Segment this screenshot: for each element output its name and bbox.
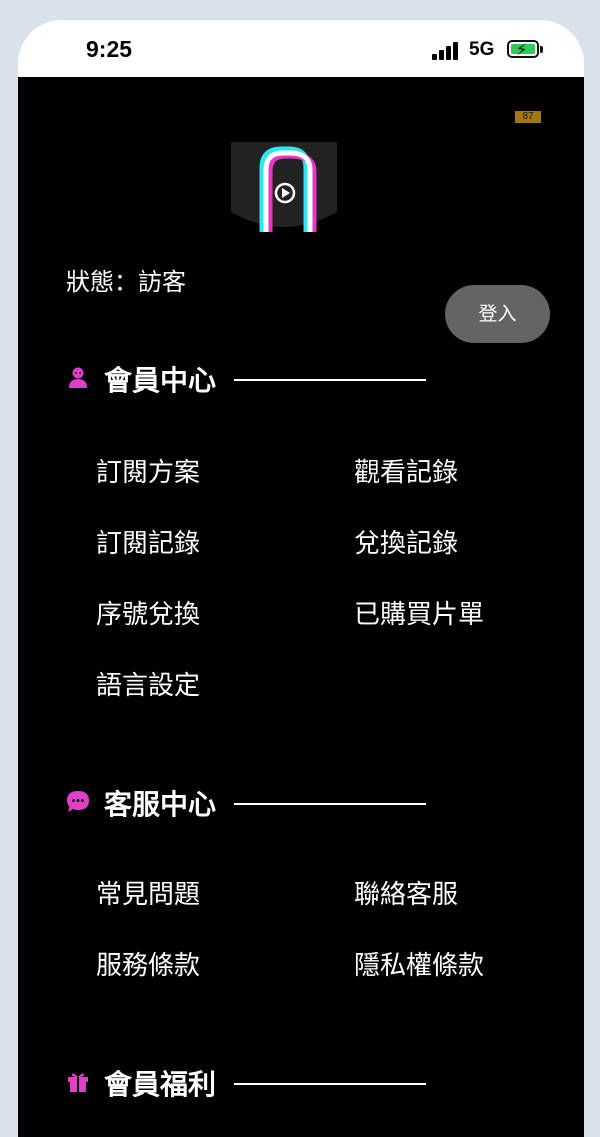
section-divider (234, 803, 426, 805)
chat-icon (67, 791, 89, 812)
menu-item-redeem-code[interactable]: 序號兌換 (96, 594, 200, 631)
menu-item-redeem-history[interactable]: 兌換記錄 (354, 523, 458, 560)
menu-item-subscription-plan[interactable]: 訂閱方案 (96, 452, 200, 489)
fps-badge: 87 (515, 111, 541, 123)
network-type: 5G (469, 39, 495, 60)
menu-screen: 87 狀態：訪客 登入 會員中心 訂閱方案 觀看記錄 訂閱記錄 兌換記錄 序號兌… (18, 77, 584, 1137)
section-divider (234, 379, 426, 381)
menu-item-subscription-history[interactable]: 訂閱記錄 (96, 523, 200, 560)
app-logo (231, 142, 337, 232)
menu-item-contact-support[interactable]: 聯絡客服 (354, 874, 458, 911)
menu-item-privacy-policy[interactable]: 隱私權條款 (354, 945, 484, 982)
menu-item-terms-of-service[interactable]: 服務條款 (96, 945, 200, 982)
section-member-benefits: 會員福利 (66, 1063, 446, 1103)
menu-item-purchased-list[interactable]: 已購買片單 (354, 594, 484, 631)
status-bar: 9:25 5G ⚡ (18, 20, 584, 77)
section-customer-service: 客服中心 (66, 783, 446, 823)
menu-item-faq[interactable]: 常見問題 (96, 874, 200, 911)
section-member-center: 會員中心 (66, 359, 446, 399)
gift-icon (68, 1073, 88, 1092)
user-icon (69, 367, 87, 388)
section-title: 會員中心 (104, 364, 217, 397)
login-button[interactable]: 登入 (445, 285, 550, 343)
status-time: 9:25 (86, 36, 133, 62)
phone-frame: 9:25 5G ⚡ 87 狀態：訪客 登入 會員中心 訂閱方案 觀看記錄 訂閱記… (18, 20, 584, 1137)
account-status: 狀態：訪客 (66, 268, 186, 296)
battery-icon: ⚡ (507, 40, 543, 59)
menu-item-watch-history[interactable]: 觀看記錄 (354, 452, 458, 489)
section-title: 客服中心 (104, 788, 217, 821)
menu-item-language-settings[interactable]: 語言設定 (96, 665, 200, 702)
section-divider (234, 1083, 426, 1085)
section-title: 會員福利 (104, 1068, 217, 1101)
signal-icon (432, 42, 460, 60)
